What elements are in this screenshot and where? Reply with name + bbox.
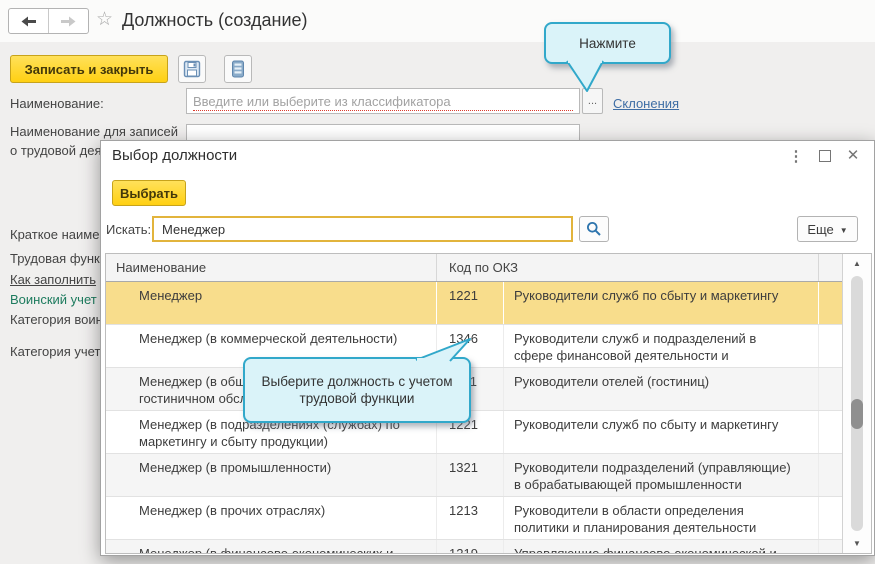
spellcheck-underline xyxy=(193,110,573,111)
table-row[interactable]: Менеджер (в промышленности)1321Руководит… xyxy=(106,454,842,497)
column-header-name[interactable]: Наименование xyxy=(106,254,437,281)
name2-field-label-line1: Наименование для записей xyxy=(10,124,186,139)
more-actions-label: Еще xyxy=(807,222,833,237)
back-button[interactable] xyxy=(9,9,49,33)
military-category-label: Категория воинского учета: xyxy=(10,312,100,327)
vertical-scrollbar[interactable]: ▲ ▼ xyxy=(842,254,871,553)
cell-desc: Руководители отелей (гостиниц) xyxy=(504,368,819,410)
registration-category-label: Категория учета: xyxy=(10,344,100,359)
name-field-label: Наименование: xyxy=(10,96,104,111)
search-label: Искать: xyxy=(106,222,151,237)
table-row[interactable]: Менеджер1221Руководители служб по сбыту … xyxy=(106,282,842,325)
scroll-down-icon[interactable]: ▼ xyxy=(843,539,871,548)
cell-blank xyxy=(819,454,842,496)
column-header-okz-code[interactable]: Код по ОКЗ xyxy=(437,254,819,281)
save-and-close-button[interactable]: Записать и закрыть xyxy=(10,55,168,83)
nav-history-group xyxy=(8,8,89,34)
cell-name: Менеджер xyxy=(106,282,437,324)
select-button[interactable]: Выбрать xyxy=(112,180,186,206)
cell-blank xyxy=(819,368,842,410)
search-button[interactable] xyxy=(579,216,609,242)
dialog-menu-button[interactable]: ⋮ xyxy=(786,146,806,166)
scroll-up-icon[interactable]: ▲ xyxy=(843,259,871,268)
back-arrow-icon xyxy=(20,14,37,29)
app-root: ☆ Должность (создание) Записать и закрыт… xyxy=(0,0,875,564)
structure-list-button[interactable] xyxy=(224,55,252,83)
how-to-fill-link[interactable]: Как заполнить xyxy=(10,272,100,287)
tooltip-press-here: Нажмите xyxy=(544,22,671,64)
labor-function-label: Трудовая функция: xyxy=(10,251,100,266)
short-name-label: Краткое наименование: xyxy=(10,227,100,242)
cell-desc: Руководители служб по сбыту и маркетингу xyxy=(504,282,819,324)
okz-positions-table: Наименование Код по ОКЗ Менеджер1221Руко… xyxy=(105,253,872,554)
more-actions-button[interactable]: Еще ▼ xyxy=(797,216,858,242)
column-header-blank xyxy=(819,254,842,281)
tooltip-choose-position: Выберите должность с учетом трудовой фун… xyxy=(243,357,471,423)
cell-desc: Руководители служб и подразделений в сфе… xyxy=(504,325,819,367)
maximize-icon xyxy=(819,150,831,162)
cell-desc: Управляющие финансово-экономической и ад… xyxy=(504,540,819,554)
table-row[interactable]: Менеджер (в коммерческой деятельности)13… xyxy=(106,325,842,368)
forward-button[interactable] xyxy=(49,9,89,33)
maximize-button[interactable] xyxy=(815,146,835,166)
save-button[interactable] xyxy=(178,55,206,83)
name2-field-label-line2: о трудовой деятельности xyxy=(10,143,100,158)
cell-blank xyxy=(819,282,842,324)
cell-name: Менеджер (в финансово-экономических и ад… xyxy=(106,540,437,554)
cell-blank xyxy=(819,540,842,554)
table-header: Наименование Код по ОКЗ xyxy=(106,254,842,282)
table-row[interactable]: Менеджер (в финансово-экономических и ад… xyxy=(106,540,842,554)
choose-from-classifier-button[interactable]: ... xyxy=(582,88,603,114)
cell-blank xyxy=(819,497,842,539)
cell-blank xyxy=(819,325,842,367)
cell-blank xyxy=(819,411,842,453)
military-registration-group-label: Воинский учет xyxy=(10,292,100,307)
cell-name: Менеджер (в прочих отраслях) xyxy=(106,497,437,539)
name-input-wrapper xyxy=(186,88,580,114)
floppy-disk-icon xyxy=(183,60,201,78)
cell-name: Менеджер (в промышленности) xyxy=(106,454,437,496)
table-row[interactable]: Менеджер (в общественном питании и гости… xyxy=(106,368,842,411)
table-row[interactable]: Менеджер (в прочих отраслях)1213Руководи… xyxy=(106,497,842,540)
forward-arrow-icon xyxy=(60,14,77,29)
chevron-down-icon: ▼ xyxy=(840,224,848,235)
declension-link[interactable]: Склонения xyxy=(613,96,679,111)
cell-code: 1221 xyxy=(437,282,504,324)
scrollbar-thumb[interactable] xyxy=(851,399,863,429)
cell-desc: Руководители подразделений (управляющие)… xyxy=(504,454,819,496)
table-row[interactable]: Менеджер (в подразделениях (службах) по … xyxy=(106,411,842,454)
cell-code: 1213 xyxy=(437,497,504,539)
page-title: Должность (создание) xyxy=(122,10,308,31)
okz-table-rows: Менеджер1221Руководители служб по сбыту … xyxy=(106,282,842,554)
dialog-title: Выбор должности xyxy=(112,147,237,164)
favorite-star-icon[interactable]: ☆ xyxy=(96,8,113,32)
cell-code: 1219 xyxy=(437,540,504,554)
stack-list-icon xyxy=(229,60,247,78)
cell-desc: Руководители в области определения полит… xyxy=(504,497,819,539)
search-icon xyxy=(586,221,602,237)
cell-code: 1321 xyxy=(437,454,504,496)
search-input[interactable] xyxy=(152,216,573,242)
close-button[interactable]: ✕ xyxy=(843,145,863,165)
cell-desc: Руководители служб по сбыту и маркетингу xyxy=(504,411,819,453)
